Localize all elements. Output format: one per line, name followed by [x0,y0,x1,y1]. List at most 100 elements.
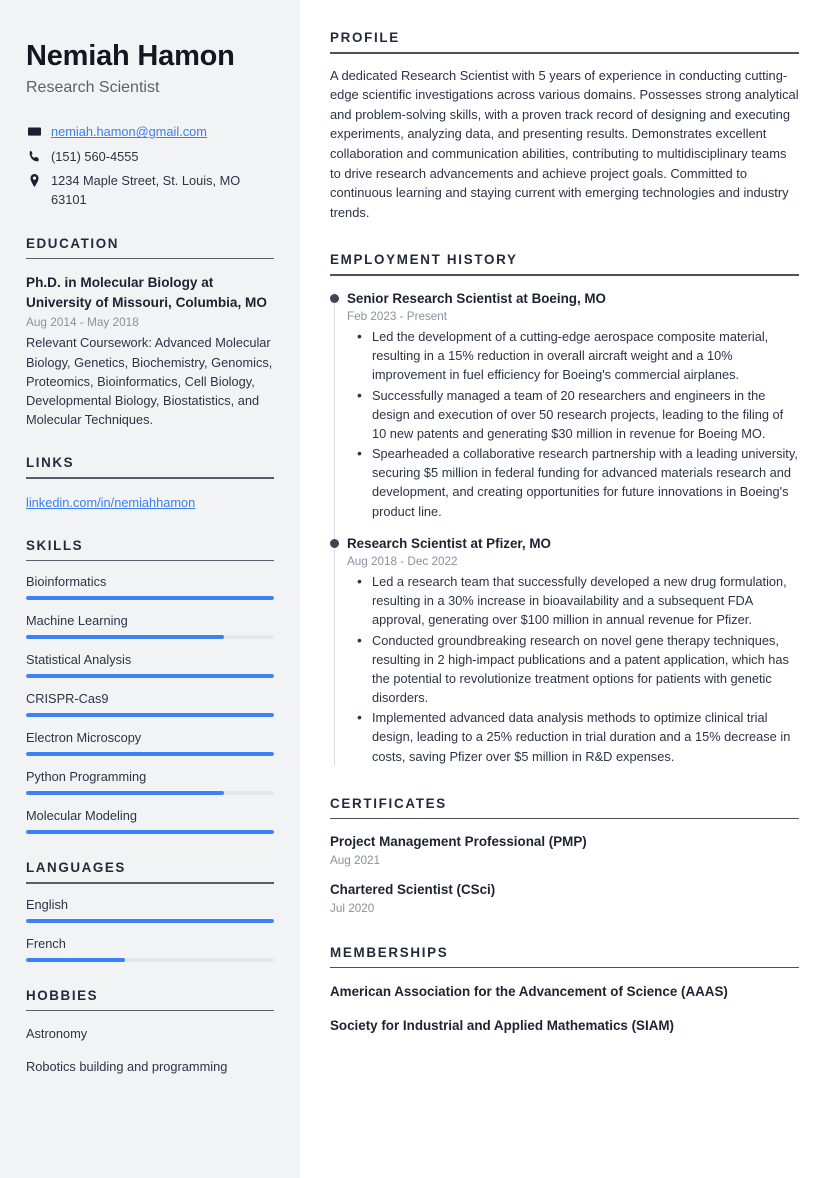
linkedin-link[interactable]: linkedin.com/in/nemiahhamon [26,495,195,510]
education-list: Ph.D. in Molecular Biology at University… [26,273,274,429]
divider [330,274,799,276]
section-certificates: CERTIFICATES Project Management Professi… [330,796,799,915]
main-column: PROFILE A dedicated Research Scientist w… [300,0,833,1178]
skill-label: Python Programming [26,769,147,785]
skill-level-fill [26,791,225,796]
skill-level-track [26,830,274,835]
language-label: French [26,935,66,951]
certificate-name: Project Management Professional (PMP) [330,834,587,850]
employment-timeline: Senior Research Scientist at Boeing, MO F… [330,290,799,766]
hobbies-list: Astronomy Robotics building and programmi… [26,1024,274,1075]
education-description: Relevant Coursework: Advanced Molecular … [26,335,273,428]
employment-title: Research Scientist at Pfizer, MO [347,535,551,551]
timeline-dot-icon [330,293,339,303]
contact-block: nemiah.hamon@gmail.com (151) 560-4555 12… [26,123,274,209]
contact-phone-row: (151) 560-4555 [26,148,274,167]
skill-item: Molecular Modeling [26,808,274,835]
divider [26,1009,274,1012]
skill-item: Bioinformatics [26,574,274,601]
membership-item: American Association for the Advancement… [330,984,728,1000]
skill-label: Statistical Analysis [26,652,132,668]
section-title-memberships: MEMBERSHIPS [330,944,449,960]
skill-level-fill [26,635,225,640]
skill-level-fill [26,674,274,679]
address-text: 1234 Maple Street, St. Louis, MO 63101 [51,173,241,207]
skill-label: Machine Learning [26,613,128,629]
section-memberships: MEMBERSHIPS American Association for the… [330,945,799,1036]
skill-item: Machine Learning [26,613,274,640]
contact-email-row[interactable]: nemiah.hamon@gmail.com [26,123,274,142]
section-skills: SKILLS Bioinformatics Machine Learning Sta… [26,538,274,835]
page-title: Nemiah Hamon [26,40,235,72]
skill-item: Electron Microscopy [26,730,274,757]
skill-label: CRISPR-Cas9 [26,691,109,707]
section-title-certificates: CERTIFICATES [330,795,447,811]
education-item: Ph.D. in Molecular Biology at University… [26,273,274,429]
divider [26,882,274,884]
divider [26,477,274,479]
sidebar: Nemiah Hamon Research Scientist nemiah.h… [0,0,300,1178]
skill-level-fill [26,713,274,718]
divider [26,257,274,260]
section-languages: LANGUAGES English French [26,860,274,962]
skill-item: Statistical Analysis [26,652,274,679]
skill-item: Python Programming [26,769,274,796]
divider [330,52,799,54]
section-title-skills: SKILLS [26,537,84,553]
section-title-profile: PROFILE [330,30,400,45]
certificate-item: Project Management Professional (PMP) Aug… [330,833,799,867]
skill-item: CRISPR-Cas9 [26,691,274,718]
section-links: LINKS linkedin.com/in/nemiahhamon [26,455,274,512]
skill-label: Bioinformatics [26,574,107,590]
language-level-fill [26,918,274,923]
skill-level-track [26,635,274,640]
certificate-date: Jul 2020 [330,901,375,915]
language-item: French [26,936,274,962]
language-level-track [26,957,274,962]
skill-label: Electron Microscopy [26,730,142,746]
section-hobbies: HOBBIES Astronomy Robotics building and p… [26,988,274,1076]
section-education: EDUCATION Ph.D. in Molecular Biology at … [26,236,274,430]
email-link[interactable]: nemiah.hamon@gmail.com [51,123,207,142]
skill-level-track [26,752,274,757]
skill-level-fill [26,752,274,757]
skill-level-track [26,713,274,718]
certificate-item: Chartered Scientist (CSci) Jul 2020 [330,881,799,915]
employment-bullet-list: Led a research team that successfully de… [347,571,799,766]
employment-date: Aug 2018 - Dec 2022 [347,554,458,568]
profile-text: A dedicated Research Scientist with 5 ye… [330,67,799,220]
employment-item: Research Scientist at Pfizer, MO Aug 2018… [330,535,799,766]
section-title-links: LINKS [26,455,75,471]
memberships-list: American Association for the Advancement… [330,983,799,1036]
education-degree: Ph.D. in Molecular Biology at University… [26,275,267,310]
certificate-name: Chartered Scientist (CSci) [330,882,496,898]
employment-bullet: Conducted groundbreaking research on nov… [347,630,799,708]
language-label: English [26,896,68,912]
section-title-hobbies: HOBBIES [26,987,99,1003]
employment-bullet: Led the development of a cutting-edge ae… [347,326,799,385]
skill-level-fill [26,596,274,601]
skill-level-track [26,674,274,679]
divider [330,966,799,969]
map-pin-icon [26,172,43,188]
skill-level-fill [26,830,274,835]
certificates-list: Project Management Professional (PMP) Aug… [330,833,799,915]
contact-address-row: 1234 Maple Street, St. Louis, MO 63101 [26,172,274,209]
envelope-icon [26,123,43,138]
skills-list: Bioinformatics Machine Learning Statistica… [26,574,274,835]
resume-page: Nemiah Hamon Research Scientist nemiah.h… [0,0,833,1178]
phone-icon [26,148,43,163]
section-title-employment: EMPLOYMENT HISTORY [330,252,518,268]
timeline-dot-icon [330,538,339,548]
employment-item: Senior Research Scientist at Boeing, MO F… [330,290,799,521]
education-date: Aug 2014 - May 2018 [26,315,139,330]
divider [330,817,799,820]
employment-title: Senior Research Scientist at Boeing, MO [347,290,606,306]
section-title-education: EDUCATION [26,235,120,251]
job-role-subtitle: Research Scientist [26,79,160,97]
section-title-languages: LANGUAGES [26,860,126,876]
hobby-item: Robotics building and programming [26,1058,228,1074]
language-level-fill [26,957,126,962]
skill-level-track [26,596,274,601]
section-employment-history: EMPLOYMENT HISTORY Senior Research Scien… [330,252,799,766]
